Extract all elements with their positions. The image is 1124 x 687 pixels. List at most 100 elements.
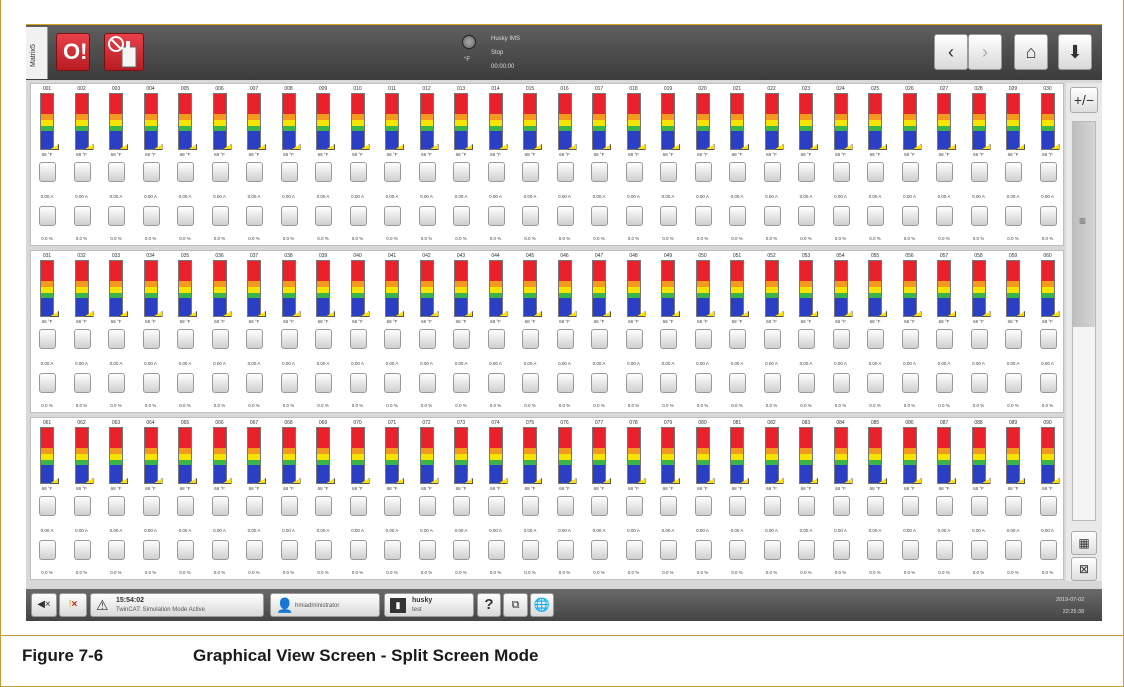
zone-column[interactable]: 008 68 °F 0.00 A 0.0 % [274,84,308,247]
zone-column[interactable]: 003 68 °F 0.00 A 0.0 % [101,84,135,247]
zone-temperature-bar[interactable] [626,93,641,150]
zone-temperature-bar[interactable] [178,427,192,484]
zone-column[interactable]: 060 68 °F 0.00 A 0.0 % [1033,251,1067,414]
zone-column[interactable]: 077 68 °F 0.00 A 0.0 % [584,418,618,581]
zone-output-button[interactable] [418,540,436,560]
zone-column[interactable]: 023 68 °F 0.00 A 0.0 % [791,84,825,247]
zone-temperature-bar[interactable] [730,427,744,484]
zone-column[interactable]: 080 68 °F 0.00 A 0.0 % [688,418,722,581]
zone-output-button[interactable] [453,373,470,393]
zone-temperature-bar[interactable] [626,260,641,317]
zone-temperature-bar[interactable] [350,260,365,317]
zone-output-button[interactable] [142,206,160,226]
zone-output-button[interactable] [349,206,367,226]
zone-output-button[interactable] [384,206,401,226]
download-button[interactable]: ⬇ [1058,34,1092,70]
zone-temperature-bar[interactable] [281,93,296,150]
zone-current-button[interactable] [798,162,815,182]
zone-output-button[interactable] [763,206,781,226]
zone-column[interactable]: 054 68 °F 0.00 A 0.0 % [826,251,860,414]
zone-temperature-bar[interactable] [40,93,54,150]
zone-temperature-bar[interactable] [937,93,951,150]
zone-output-button[interactable] [108,373,125,393]
zone-output-button[interactable] [798,373,815,393]
zone-output-button[interactable] [73,540,91,560]
zone-current-button[interactable] [384,496,401,516]
zone-temperature-bar[interactable] [74,93,89,150]
zone-temperature-bar[interactable] [143,93,158,150]
zone-column[interactable]: 027 68 °F 0.00 A 0.0 % [929,84,963,247]
zone-temperature-bar[interactable] [799,260,813,317]
zone-output-button[interactable] [211,540,229,560]
zone-output-button[interactable] [970,206,988,226]
zone-current-button[interactable] [39,329,56,349]
zone-column[interactable]: 089 68 °F 0.00 A 0.0 % [998,418,1032,581]
zone-column[interactable]: 022 68 °F 0.00 A 0.0 % [757,84,791,247]
zone-current-button[interactable] [349,496,367,516]
zone-temperature-bar[interactable] [902,260,917,317]
zone-output-button[interactable] [453,206,470,226]
zone-output-button[interactable] [177,373,194,393]
zone-temperature-bar[interactable] [626,427,641,484]
zone-column[interactable]: 006 68 °F 0.00 A 0.0 % [205,84,239,247]
zone-current-button[interactable] [315,162,332,182]
zone-current-button[interactable] [246,329,263,349]
zone-column[interactable]: 055 68 °F 0.00 A 0.0 % [860,251,894,414]
zone-column[interactable]: 063 68 °F 0.00 A 0.0 % [101,418,135,581]
zone-temperature-bar[interactable] [523,260,537,317]
zone-column[interactable]: 074 68 °F 0.00 A 0.0 % [481,418,515,581]
zone-column[interactable]: 044 68 °F 0.00 A 0.0 % [481,251,515,414]
zone-temperature-bar[interactable] [868,93,882,150]
zone-current-button[interactable] [556,162,574,182]
zone-output-button[interactable] [660,206,677,226]
zone-column[interactable]: 025 68 °F 0.00 A 0.0 % [860,84,894,247]
zone-current-button[interactable] [729,162,746,182]
zone-current-button[interactable] [108,162,125,182]
disable-device-button[interactable] [104,33,144,71]
zone-temperature-bar[interactable] [212,260,227,317]
zone-output-button[interactable] [763,540,781,560]
zone-column[interactable]: 057 68 °F 0.00 A 0.0 % [929,251,963,414]
zone-column[interactable]: 078 68 °F 0.00 A 0.0 % [619,418,653,581]
zone-output-button[interactable] [142,540,160,560]
zone-output-button[interactable] [246,540,263,560]
zone-output-button[interactable] [522,373,539,393]
zone-temperature-bar[interactable] [488,260,503,317]
zone-temperature-bar[interactable] [1040,260,1055,317]
zone-output-button[interactable] [832,540,850,560]
zone-output-button[interactable] [73,373,91,393]
zone-temperature-bar[interactable] [212,93,227,150]
zone-column[interactable]: 030 68 °F 0.00 A 0.0 % [1033,84,1067,247]
zone-temperature-bar[interactable] [523,93,537,150]
zone-current-button[interactable] [246,496,263,516]
zone-column[interactable]: 052 68 °F 0.00 A 0.0 % [757,251,791,414]
zone-current-button[interactable] [625,162,643,182]
grid-view-button[interactable]: ▦ [1071,531,1097,555]
zone-output-button[interactable] [1005,373,1022,393]
zone-temperature-bar[interactable] [1006,93,1020,150]
zone-temperature-bar[interactable] [419,93,434,150]
zone-current-button[interactable] [108,329,125,349]
zone-output-button[interactable] [556,206,574,226]
zone-current-button[interactable] [73,496,91,516]
zone-output-button[interactable] [39,206,56,226]
zone-temperature-bar[interactable] [316,427,330,484]
zone-column[interactable]: 012 68 °F 0.00 A 0.0 % [412,84,446,247]
zone-column[interactable]: 086 68 °F 0.00 A 0.0 % [895,418,929,581]
zone-output-button[interactable] [418,206,436,226]
zone-column[interactable]: 083 68 °F 0.00 A 0.0 % [791,418,825,581]
zone-current-button[interactable] [73,162,91,182]
zone-temperature-bar[interactable] [316,93,330,150]
zone-output-button[interactable] [694,373,712,393]
zone-temperature-bar[interactable] [902,427,917,484]
zone-temperature-bar[interactable] [695,93,710,150]
zone-output-button[interactable] [867,373,884,393]
zone-temperature-bar[interactable] [281,427,296,484]
zone-temperature-bar[interactable] [247,93,261,150]
zone-temperature-bar[interactable] [971,427,986,484]
zone-output-button[interactable] [901,206,919,226]
zone-current-button[interactable] [315,496,332,516]
zone-output-button[interactable] [970,373,988,393]
zone-column[interactable]: 046 68 °F 0.00 A 0.0 % [550,251,584,414]
zone-temperature-bar[interactable] [419,427,434,484]
